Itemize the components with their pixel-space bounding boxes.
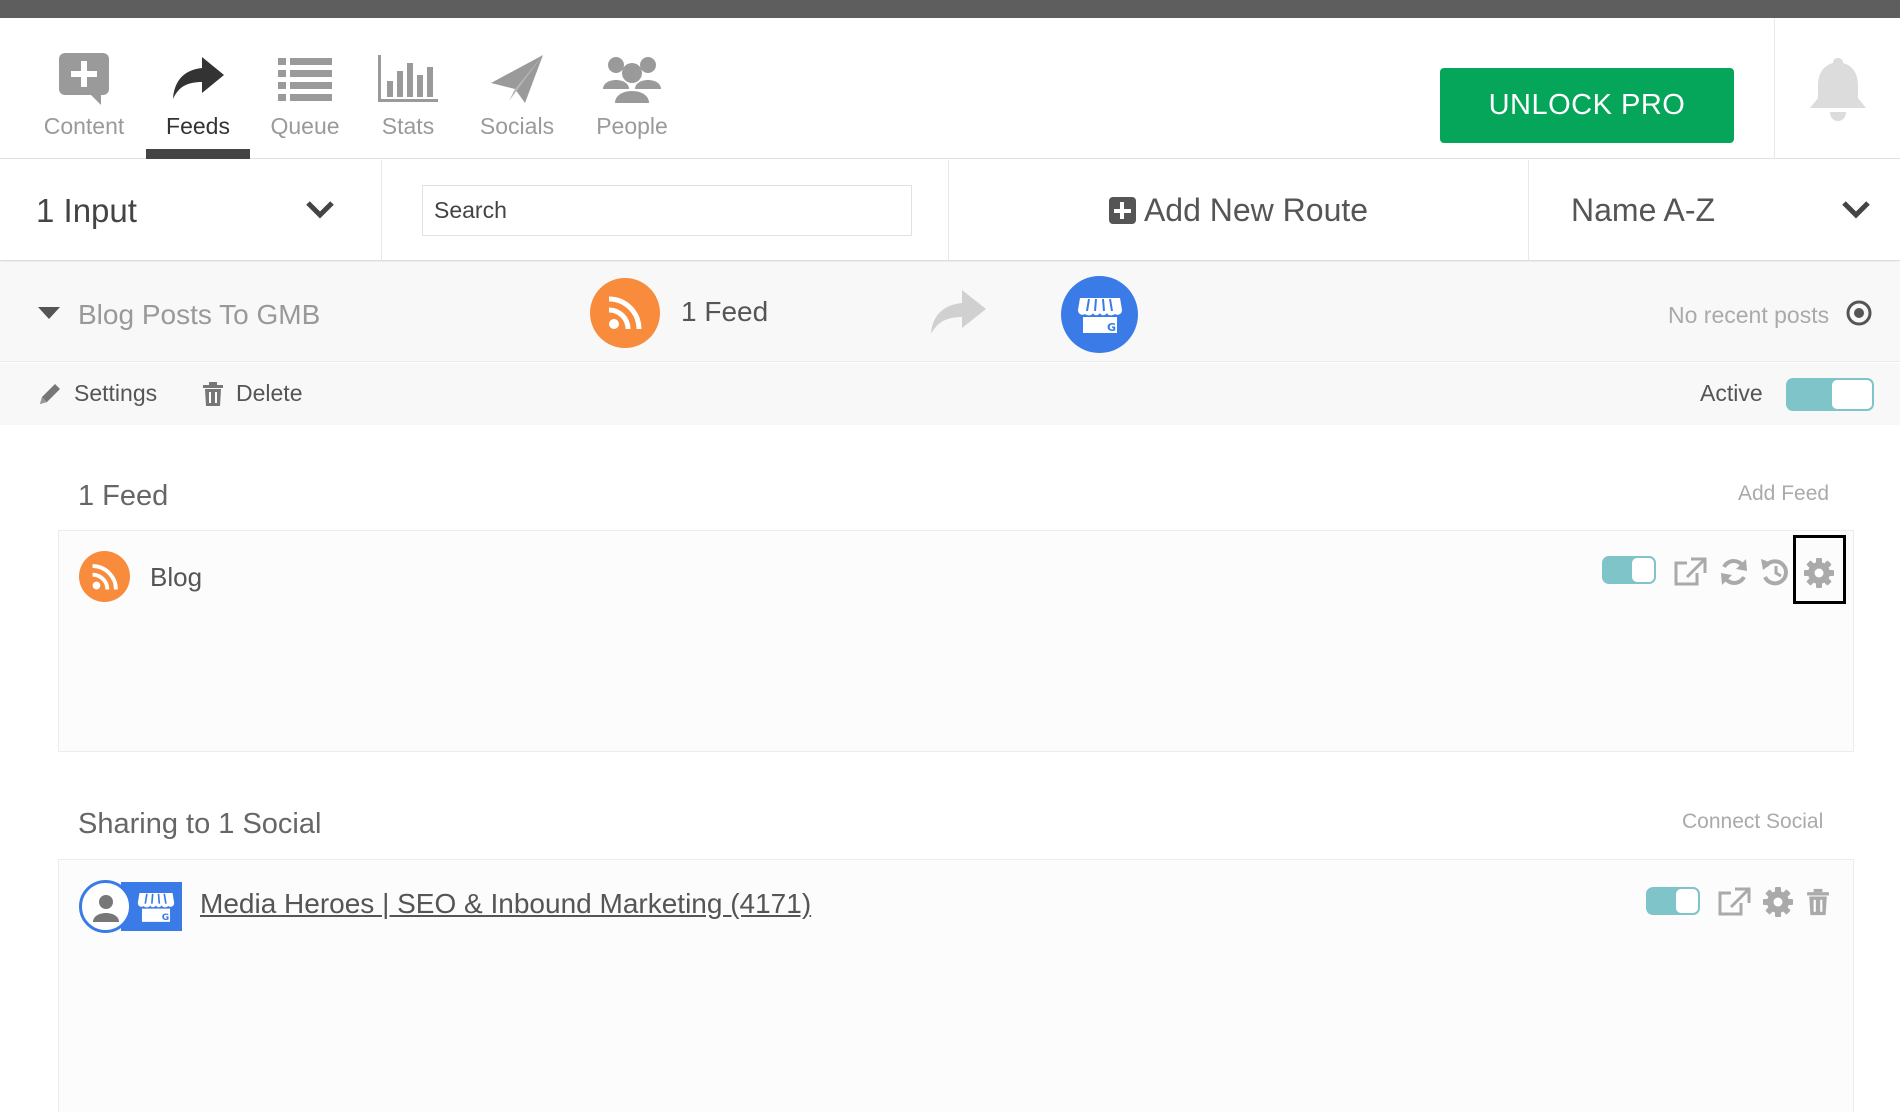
nav-item-queue[interactable]: Queue bbox=[262, 18, 348, 159]
open-external-icon[interactable] bbox=[1716, 886, 1752, 918]
nav-item-people[interactable]: People bbox=[584, 18, 680, 159]
user-avatar-icon bbox=[79, 880, 132, 933]
paper-plane-icon bbox=[487, 51, 547, 107]
settings-button[interactable]: Settings bbox=[38, 380, 157, 407]
rss-icon bbox=[590, 278, 660, 348]
route-active-toggle[interactable] bbox=[1786, 378, 1874, 411]
google-my-business-icon: G bbox=[1061, 276, 1138, 353]
active-tab-underline bbox=[146, 149, 250, 159]
open-external-icon[interactable] bbox=[1672, 556, 1708, 588]
sort-value: Name A-Z bbox=[1571, 192, 1716, 228]
window-top-strip bbox=[0, 0, 1900, 18]
trash-icon[interactable] bbox=[1802, 886, 1834, 918]
svg-text:G: G bbox=[161, 913, 168, 923]
sort-select[interactable]: Name A-Z bbox=[1529, 160, 1900, 261]
search-cell bbox=[382, 160, 949, 261]
target-icon[interactable] bbox=[1845, 299, 1873, 327]
plus-square-icon bbox=[1108, 197, 1136, 224]
social-account-link[interactable]: Media Heroes | SEO & Inbound Marketing (… bbox=[200, 888, 811, 920]
bar-chart-icon bbox=[378, 51, 438, 107]
settings-label: Settings bbox=[74, 380, 158, 406]
active-label: Active bbox=[1700, 380, 1763, 406]
nav-item-content[interactable]: Content bbox=[34, 18, 134, 159]
share-arrow-icon bbox=[931, 290, 986, 334]
search-input[interactable] bbox=[422, 185, 912, 236]
route-actions-row: Settings Delete Active bbox=[0, 363, 1900, 425]
svg-text:G: G bbox=[1107, 321, 1116, 334]
input-filter-select[interactable]: 1 Input bbox=[0, 160, 382, 261]
list-icon bbox=[275, 51, 335, 107]
nav-item-stats[interactable]: Stats bbox=[366, 18, 450, 159]
plus-chat-icon bbox=[54, 51, 114, 107]
route-header[interactable]: Blog Posts To GMB 1 Feed G No recent pos… bbox=[0, 262, 1900, 362]
toggle-knob bbox=[1632, 558, 1654, 582]
socials-section-title: Sharing to 1 Social bbox=[78, 808, 322, 840]
nav-label-feeds: Feeds bbox=[166, 113, 230, 139]
social-enabled-toggle[interactable] bbox=[1646, 887, 1700, 915]
route-status: No recent posts bbox=[1668, 302, 1830, 328]
feed-enabled-toggle[interactable] bbox=[1602, 556, 1656, 584]
toggle-knob bbox=[1832, 380, 1872, 409]
input-filter-value: 1 Input bbox=[36, 192, 137, 229]
rss-icon bbox=[79, 551, 130, 602]
pencil-icon bbox=[40, 383, 60, 404]
delete-label: Delete bbox=[236, 380, 303, 406]
history-icon[interactable] bbox=[1758, 556, 1792, 588]
add-new-route-label: Add New Route bbox=[1143, 192, 1369, 228]
nav-label-queue: Queue bbox=[270, 113, 340, 139]
chevron-down-icon bbox=[306, 201, 334, 219]
feed-name: Blog bbox=[150, 562, 203, 592]
filter-bar: 1 Input Add New Route Name A-Z bbox=[0, 160, 1900, 261]
nav-item-socials[interactable]: Socials bbox=[470, 18, 564, 159]
add-route-cell: Add New Route bbox=[949, 160, 1529, 261]
trash-icon bbox=[203, 381, 223, 406]
add-feed-link[interactable]: Add Feed bbox=[1738, 482, 1829, 506]
chevron-down-icon bbox=[1842, 201, 1870, 219]
caret-down-icon[interactable] bbox=[38, 307, 60, 319]
share-arrow-icon bbox=[168, 51, 228, 107]
add-new-route-button[interactable]: Add New Route bbox=[1108, 192, 1369, 229]
feed-card bbox=[58, 530, 1854, 752]
focus-highlight-box bbox=[1793, 535, 1846, 604]
nav-label-people: People bbox=[596, 113, 668, 139]
unlock-pro-button[interactable]: UNLOCK PRO bbox=[1440, 68, 1734, 143]
nav-item-feeds[interactable]: Feeds bbox=[146, 18, 250, 159]
gear-icon[interactable] bbox=[1760, 886, 1796, 918]
top-navigation: Content Feeds Queue Stats Socials People… bbox=[0, 18, 1900, 159]
nav-label-content: Content bbox=[43, 113, 125, 139]
delete-button[interactable]: Delete bbox=[202, 380, 302, 407]
nav-label-stats: Stats bbox=[381, 113, 435, 139]
toggle-knob bbox=[1676, 889, 1698, 913]
nav-label-socials: Socials bbox=[479, 113, 555, 139]
connect-social-link[interactable]: Connect Social bbox=[1682, 810, 1823, 834]
refresh-icon[interactable] bbox=[1716, 556, 1752, 588]
route-name: Blog Posts To GMB bbox=[78, 299, 321, 330]
route-feed-count: 1 Feed bbox=[681, 296, 769, 327]
users-icon bbox=[602, 51, 662, 107]
notifications-button[interactable] bbox=[1774, 18, 1900, 159]
bell-icon bbox=[1809, 57, 1866, 121]
social-account-avatar: G bbox=[79, 880, 182, 933]
feeds-section-title: 1 Feed bbox=[78, 480, 169, 512]
